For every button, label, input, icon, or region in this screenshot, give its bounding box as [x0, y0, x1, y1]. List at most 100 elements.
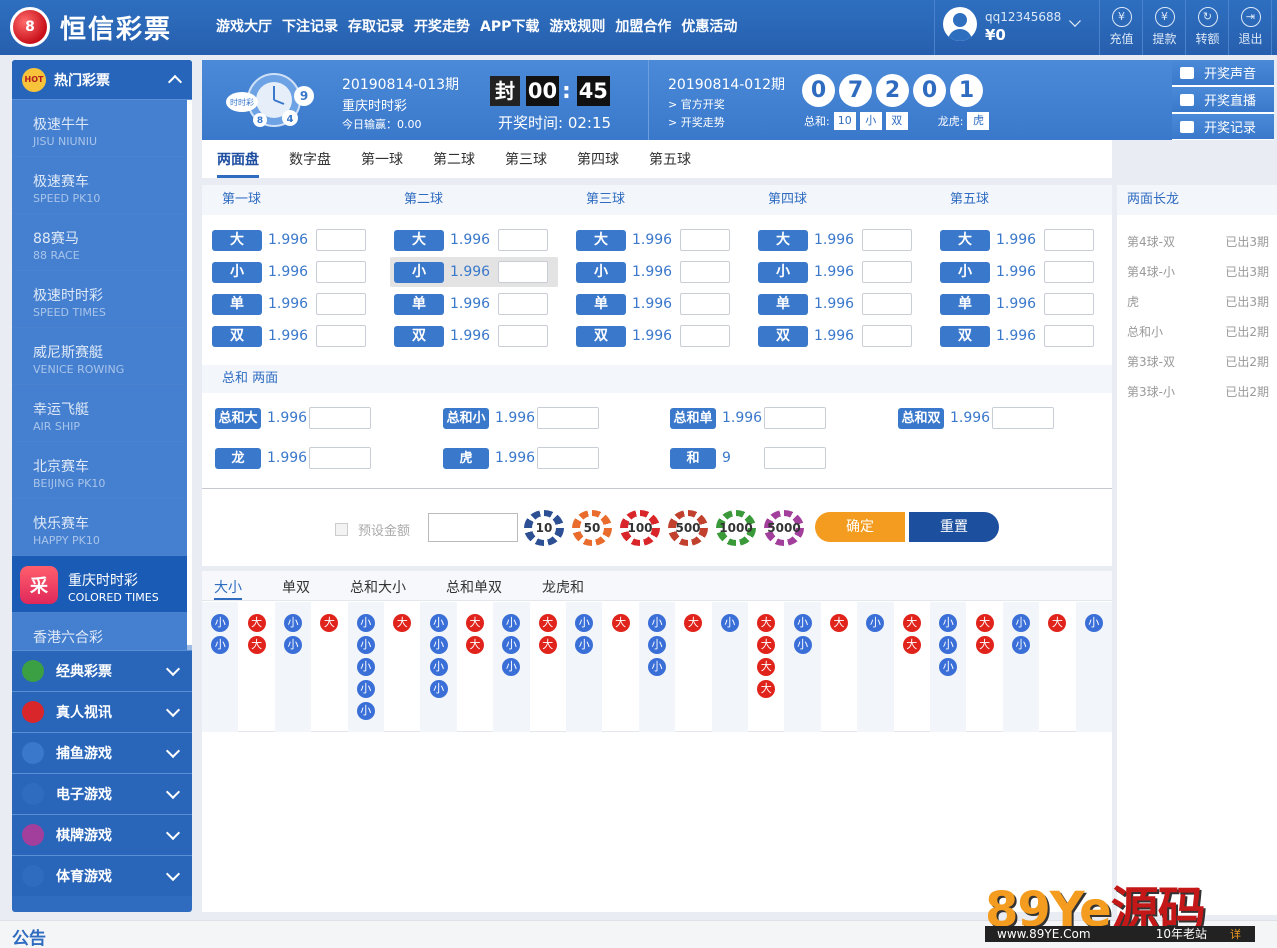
- chip-50[interactable]: 50: [572, 510, 612, 546]
- sidebar-item[interactable]: 极速赛车 SPEED PK10: [12, 157, 187, 214]
- toolbar-button[interactable]: ¥ 充值: [1101, 0, 1143, 55]
- chevron-up-icon[interactable]: [167, 74, 183, 89]
- toolbar-button[interactable]: ¥ 提款: [1144, 0, 1186, 55]
- bet-option[interactable]: 大 1.996: [394, 227, 548, 253]
- nav-item[interactable]: 存取记录: [348, 16, 404, 36]
- user-box[interactable]: qq12345688 ¥0: [934, 0, 1100, 55]
- side-button[interactable]: 开奖直播: [1172, 87, 1274, 112]
- confirm-button[interactable]: 确定: [815, 512, 905, 542]
- notice-label[interactable]: 公告: [12, 924, 46, 948]
- bet-option[interactable]: 双 1.996: [576, 323, 730, 349]
- sidebar-item[interactable]: 极速时时彩 SPEED TIMES: [12, 271, 187, 328]
- sum-bet-option[interactable]: 虎 1.996: [443, 445, 599, 471]
- bet-option-label[interactable]: 双: [940, 325, 990, 347]
- official-draw-link[interactable]: > 官方开奖: [668, 96, 725, 112]
- bet-option-label[interactable]: 单: [212, 293, 262, 315]
- bet-amount-input[interactable]: [1044, 293, 1094, 315]
- sum-bet-input[interactable]: [537, 407, 599, 429]
- bet-option-label[interactable]: 双: [758, 325, 808, 347]
- sidebar-hot-header[interactable]: HOT 热门彩票: [12, 60, 192, 100]
- chevron-down-icon[interactable]: [165, 784, 181, 800]
- sidebar-item[interactable]: 北京赛车 BEIJING PK10: [12, 442, 187, 499]
- sidebar-scrollbar[interactable]: [187, 100, 192, 650]
- chevron-down-icon[interactable]: [165, 825, 181, 841]
- nav-item[interactable]: 加盟合作: [615, 16, 671, 36]
- bet-option-label[interactable]: 小: [576, 261, 626, 283]
- nav-item[interactable]: 游戏规则: [549, 16, 605, 36]
- bet-amount-input[interactable]: [316, 325, 366, 347]
- bet-amount-input[interactable]: [862, 229, 912, 251]
- bet-option-label[interactable]: 小: [940, 261, 990, 283]
- tab[interactable]: 第二球: [433, 140, 475, 178]
- bet-option[interactable]: 单 1.996: [212, 291, 366, 317]
- sum-bet-option[interactable]: 总和小 1.996: [443, 405, 599, 431]
- chevron-down-icon[interactable]: [165, 866, 181, 882]
- sum-bet-label[interactable]: 总和双: [898, 407, 944, 429]
- tab[interactable]: 数字盘: [289, 140, 331, 178]
- trend-tab[interactable]: 大小: [214, 571, 242, 600]
- trend-tab[interactable]: 总和单双: [446, 571, 502, 600]
- bet-amount-input[interactable]: [316, 261, 366, 283]
- bet-option[interactable]: 双 1.996: [212, 323, 366, 349]
- sum-bet-input[interactable]: [537, 447, 599, 469]
- tab[interactable]: 两面盘: [217, 140, 259, 178]
- sum-bet-input[interactable]: [764, 447, 826, 469]
- bet-amount-input[interactable]: [680, 261, 730, 283]
- nav-item[interactable]: APP下载: [480, 16, 539, 36]
- bet-option[interactable]: 大 1.996: [212, 227, 366, 253]
- draw-trend-link[interactable]: > 开奖走势: [668, 114, 725, 130]
- bet-option-label[interactable]: 双: [212, 325, 262, 347]
- bet-option-label[interactable]: 单: [394, 293, 444, 315]
- toolbar-button[interactable]: ↻ 转额: [1187, 0, 1229, 55]
- nav-item[interactable]: 开奖走势: [414, 16, 470, 36]
- bet-option-label[interactable]: 双: [394, 325, 444, 347]
- sum-bet-label[interactable]: 虎: [443, 447, 489, 469]
- amount-input[interactable]: [428, 513, 518, 542]
- bet-option[interactable]: 单 1.996: [758, 291, 912, 317]
- preset-checkbox[interactable]: [335, 523, 348, 536]
- bet-option-label[interactable]: 大: [576, 229, 626, 251]
- bet-option[interactable]: 双 1.996: [758, 323, 912, 349]
- reset-button[interactable]: 重置: [909, 512, 999, 542]
- bet-option-label[interactable]: 大: [394, 229, 444, 251]
- chip-1000[interactable]: 1000: [716, 510, 756, 546]
- sum-bet-option[interactable]: 总和单 1.996: [670, 405, 826, 431]
- bet-amount-input[interactable]: [498, 325, 548, 347]
- sidebar-item[interactable]: 幸运飞艇 AIR SHIP: [12, 385, 187, 442]
- tab[interactable]: 第三球: [505, 140, 547, 178]
- sum-bet-label[interactable]: 和: [670, 447, 716, 469]
- bet-amount-input[interactable]: [498, 293, 548, 315]
- chevron-down-icon[interactable]: [165, 702, 181, 718]
- scrollbar-thumb[interactable]: [187, 100, 192, 645]
- logo[interactable]: 8 恒信彩票: [10, 7, 172, 47]
- bet-amount-input[interactable]: [862, 325, 912, 347]
- bet-option[interactable]: 小 1.996: [576, 259, 730, 285]
- sidebar-group[interactable]: 棋牌游戏: [12, 814, 192, 855]
- bet-option[interactable]: 小 1.996: [212, 259, 366, 285]
- bet-option[interactable]: 小 1.996: [758, 259, 912, 285]
- tab[interactable]: 第五球: [649, 140, 691, 178]
- sum-bet-option[interactable]: 和9: [670, 445, 826, 471]
- bet-option-label[interactable]: 小: [212, 261, 262, 283]
- sidebar-group[interactable]: 真人视讯: [12, 691, 192, 732]
- chip-500[interactable]: 500: [668, 510, 708, 546]
- bet-option-label[interactable]: 小: [394, 261, 444, 283]
- sum-bet-label[interactable]: 总和小: [443, 407, 489, 429]
- chevron-down-icon[interactable]: [1069, 15, 1081, 27]
- bet-option[interactable]: 小 1.996: [390, 257, 558, 287]
- bet-option[interactable]: 单 1.996: [576, 291, 730, 317]
- sidebar-item[interactable]: 采重庆时时彩 COLORED TIMES: [12, 556, 187, 613]
- tab[interactable]: 第四球: [577, 140, 619, 178]
- bet-amount-input[interactable]: [862, 293, 912, 315]
- bet-option[interactable]: 单 1.996: [394, 291, 548, 317]
- sidebar-item[interactable]: 极速牛牛 JISU NIUNIU: [12, 100, 187, 157]
- bet-amount-input[interactable]: [1044, 229, 1094, 251]
- bet-amount-input[interactable]: [680, 293, 730, 315]
- side-button[interactable]: 开奖声音: [1172, 60, 1274, 85]
- bet-option[interactable]: 大 1.996: [576, 227, 730, 253]
- bet-option-label[interactable]: 小: [758, 261, 808, 283]
- sidebar-group[interactable]: 捕鱼游戏: [12, 732, 192, 773]
- bet-option[interactable]: 大 1.996: [940, 227, 1094, 253]
- bet-option[interactable]: 大 1.996: [758, 227, 912, 253]
- bet-amount-input[interactable]: [316, 229, 366, 251]
